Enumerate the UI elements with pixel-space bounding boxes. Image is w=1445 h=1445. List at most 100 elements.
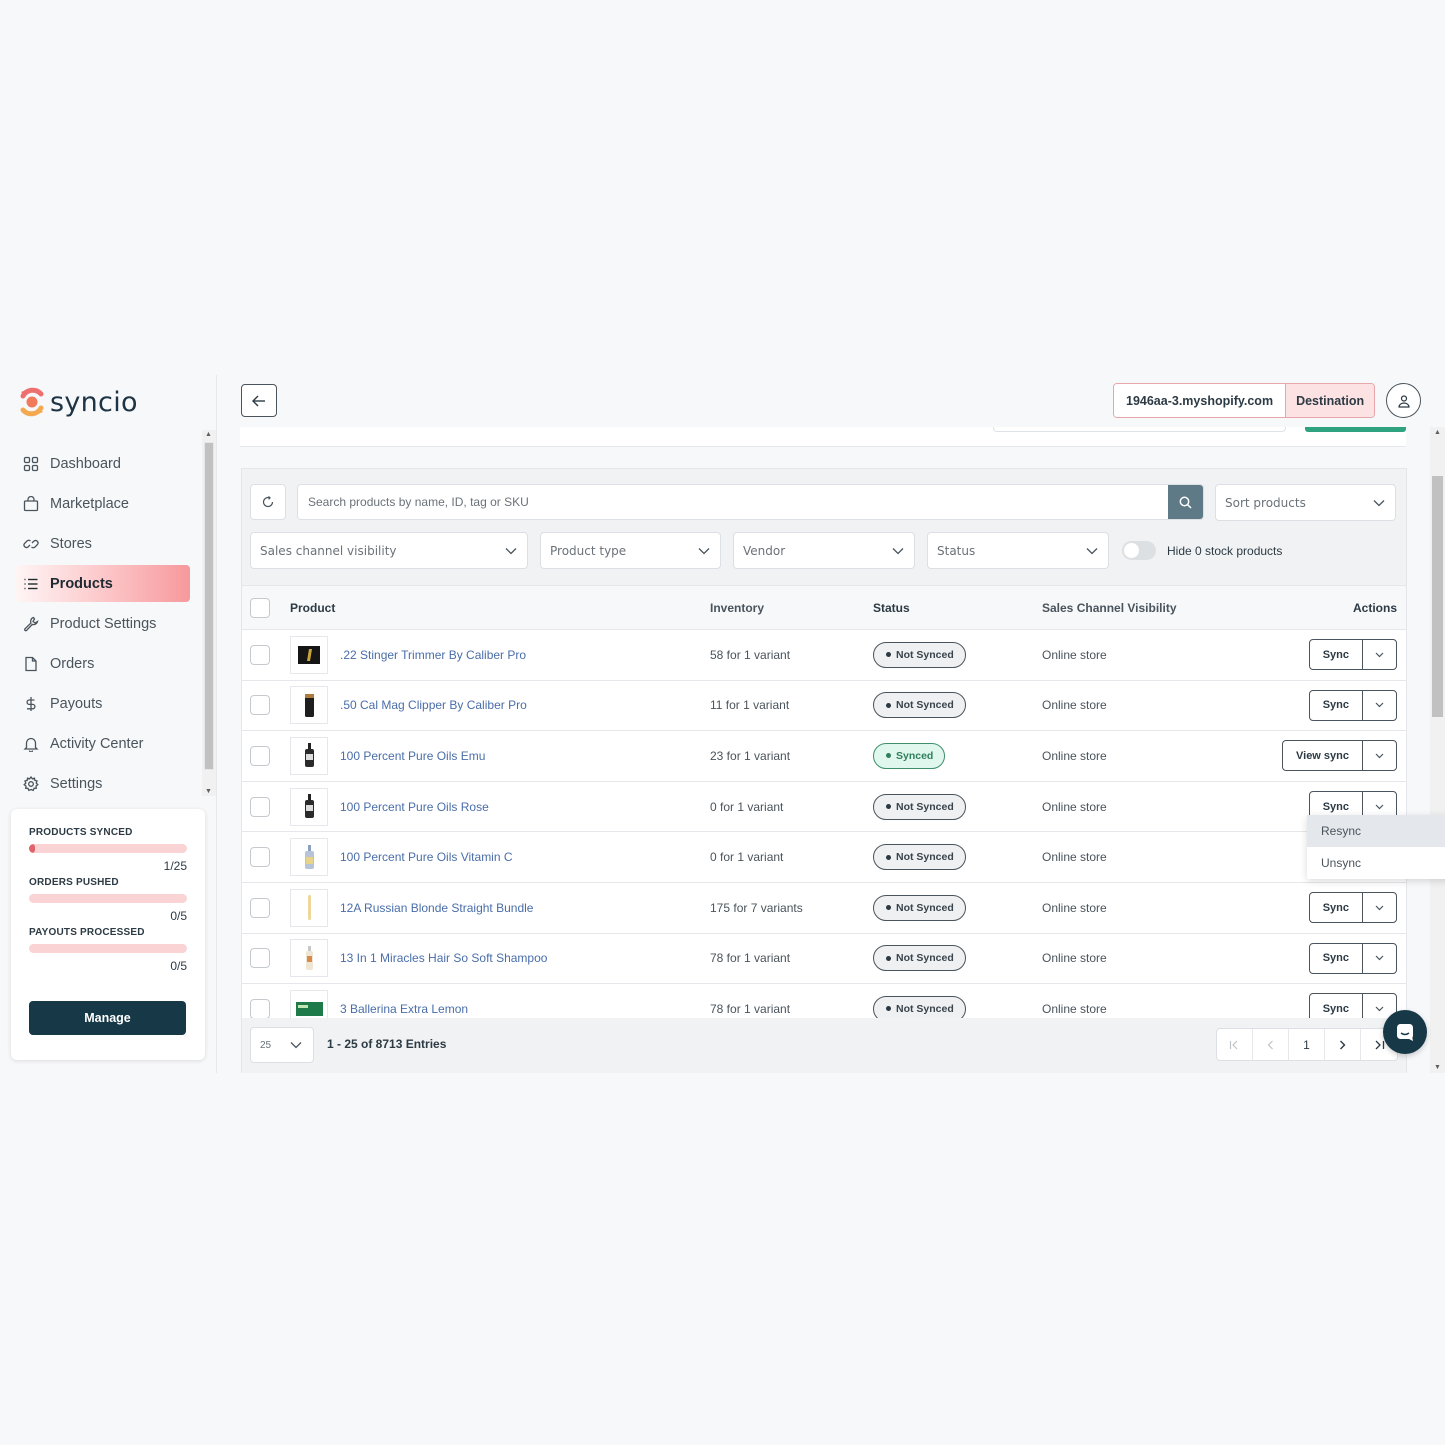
- sync-button[interactable]: Sync: [1310, 640, 1362, 669]
- menu-item-resync[interactable]: Resync: [1307, 815, 1445, 847]
- table-row: 100 Percent Pure Oils Vitamin C0 for 1 v…: [242, 832, 1406, 883]
- select-all-checkbox[interactable]: [250, 597, 270, 618]
- chevron-down-icon: [892, 547, 904, 554]
- row-checkbox[interactable]: [250, 695, 270, 716]
- syncio-logo[interactable]: syncio: [17, 384, 138, 420]
- menu-item-unsync[interactable]: Unsync: [1307, 847, 1445, 879]
- sync-button[interactable]: Sync: [1310, 691, 1362, 720]
- product-thumbnail[interactable]: [290, 635, 328, 674]
- sort-products-select[interactable]: Sort products: [1215, 484, 1396, 521]
- chevron-down-icon: [1375, 753, 1384, 759]
- sidebar-item-product-settings[interactable]: Product Settings: [16, 605, 190, 642]
- sidebar-item-dashboard[interactable]: Dashboard: [16, 445, 190, 482]
- current-page[interactable]: 1: [1289, 1029, 1325, 1060]
- next-page-button[interactable]: [1325, 1029, 1361, 1060]
- refresh-button[interactable]: [250, 484, 286, 520]
- row-checkbox[interactable]: [250, 998, 270, 1019]
- sync-options-dropdown-button[interactable]: [1362, 640, 1396, 670]
- usage-card: PRODUCTS SYNCED 1/25 ORDERS PUSHED 0/5 P…: [11, 809, 205, 1060]
- row-checkbox[interactable]: [250, 847, 270, 868]
- view-sync-button[interactable]: View sync: [1283, 741, 1362, 770]
- product-name-link[interactable]: 100 Percent Pure Oils Emu: [340, 749, 710, 763]
- products-table: Product Inventory Status Sales Channel V…: [242, 585, 1406, 1035]
- product-type-select[interactable]: Product type: [540, 532, 721, 569]
- sidebar-scroll-thumb[interactable]: [204, 442, 214, 770]
- orders-pushed-progress: [29, 894, 187, 903]
- hide-zero-stock-toggle[interactable]: [1122, 541, 1156, 560]
- progress-fill: [29, 844, 36, 853]
- product-name-link[interactable]: 13 In 1 Miracles Hair So Soft Shampoo: [340, 951, 710, 965]
- product-thumbnail[interactable]: [290, 787, 328, 826]
- row-checkbox[interactable]: [250, 796, 270, 817]
- header-primary-button-partial[interactable]: [1305, 427, 1406, 432]
- product-name-link[interactable]: 3 Ballerina Extra Lemon: [340, 1002, 710, 1016]
- visibility-value: Online store: [1042, 647, 1107, 662]
- sidebar-item-activity-center[interactable]: Activity Center: [16, 725, 190, 762]
- sync-options-dropdown-button[interactable]: [1362, 943, 1396, 973]
- sales-channel-placeholder: Sales channel visibility: [260, 543, 397, 558]
- chat-launcher-button[interactable]: [1383, 1010, 1427, 1054]
- product-name-link[interactable]: .22 Stinger Trimmer By Caliber Pro: [340, 648, 710, 662]
- scroll-up-arrow-icon[interactable]: ▲: [1434, 429, 1441, 436]
- main-scrollbar[interactable]: ▲ ▼: [1430, 427, 1445, 1073]
- manage-button[interactable]: Manage: [29, 1001, 186, 1035]
- row-checkbox[interactable]: [250, 644, 270, 665]
- sync-button-group: Sync: [1308, 892, 1397, 924]
- sidebar-item-stores[interactable]: Stores: [16, 525, 190, 562]
- store-domain: 1946aa-3.myshopify.com: [1114, 384, 1286, 417]
- sync-button[interactable]: Sync: [1310, 893, 1362, 922]
- vendor-select[interactable]: Vendor: [733, 532, 915, 569]
- status-badge: Not Synced: [873, 844, 966, 871]
- sync-options-dropdown-button[interactable]: [1362, 690, 1396, 720]
- sync-button[interactable]: Sync: [1310, 944, 1362, 973]
- sidebar-scrollbar[interactable]: ▲ ▼: [202, 430, 216, 796]
- prev-page-button[interactable]: [1253, 1029, 1289, 1060]
- topbar: 1946aa-3.myshopify.com Destination: [218, 375, 1445, 427]
- product-name-link[interactable]: 100 Percent Pure Oils Vitamin C: [340, 850, 710, 864]
- back-button[interactable]: [241, 384, 277, 417]
- product-thumbnail[interactable]: [290, 939, 328, 978]
- product-name-link[interactable]: .50 Cal Mag Clipper By Caliber Pro: [340, 698, 710, 712]
- first-page-button[interactable]: [1217, 1029, 1253, 1060]
- status-text: Not Synced: [896, 699, 954, 712]
- sidebar-item-payouts[interactable]: Payouts: [16, 685, 190, 722]
- wrench-icon: [22, 615, 40, 633]
- product-thumbnail[interactable]: [290, 838, 328, 877]
- sync-options-dropdown-button[interactable]: [1362, 741, 1396, 771]
- row-checkbox[interactable]: [250, 745, 270, 766]
- scroll-up-arrow-icon[interactable]: ▲: [205, 431, 212, 438]
- products-panel: Sort products Sales channel visibility P…: [241, 468, 1445, 1073]
- vendor-placeholder: Vendor: [743, 543, 786, 558]
- scroll-down-arrow-icon[interactable]: ▼: [205, 788, 212, 795]
- per-page-select[interactable]: 25: [250, 1027, 314, 1063]
- product-name-link[interactable]: 100 Percent Pure Oils Rose: [340, 800, 710, 814]
- product-image: [304, 693, 314, 717]
- scroll-down-arrow-icon[interactable]: ▼: [1434, 1064, 1441, 1071]
- user-avatar-button[interactable]: [1386, 383, 1421, 418]
- product-thumbnail[interactable]: [290, 686, 328, 725]
- sidebar-item-settings[interactable]: Settings: [16, 765, 190, 802]
- store-selector[interactable]: 1946aa-3.myshopify.com Destination: [1113, 383, 1376, 418]
- payouts-processed-value: 0/5: [170, 959, 187, 973]
- header-status: Status: [873, 600, 910, 615]
- status-dot: [886, 652, 891, 658]
- product-thumbnail[interactable]: [290, 888, 328, 927]
- search-button[interactable]: [1168, 485, 1203, 519]
- header-input-partial[interactable]: [993, 427, 1286, 432]
- main-scroll-thumb[interactable]: [1432, 476, 1443, 717]
- row-checkbox[interactable]: [250, 948, 270, 969]
- product-image: [304, 844, 314, 869]
- product-name-link[interactable]: 12A Russian Blonde Straight Bundle: [340, 901, 710, 915]
- sync-options-dropdown-button[interactable]: [1362, 893, 1396, 923]
- row-checkbox[interactable]: [250, 897, 270, 918]
- sales-channel-visibility-select[interactable]: Sales channel visibility: [250, 532, 528, 569]
- visibility-value: Online store: [1042, 748, 1107, 763]
- sidebar-item-marketplace[interactable]: Marketplace: [16, 485, 190, 522]
- search-input[interactable]: [298, 485, 1168, 519]
- sidebar-item-orders[interactable]: Orders: [16, 645, 190, 682]
- last-page-icon: [1375, 1040, 1384, 1049]
- status-select[interactable]: Status: [927, 532, 1109, 569]
- sidebar-item-products[interactable]: Products: [16, 565, 190, 602]
- product-thumbnail[interactable]: [290, 736, 328, 775]
- sidebar-item-label: Stores: [50, 535, 92, 552]
